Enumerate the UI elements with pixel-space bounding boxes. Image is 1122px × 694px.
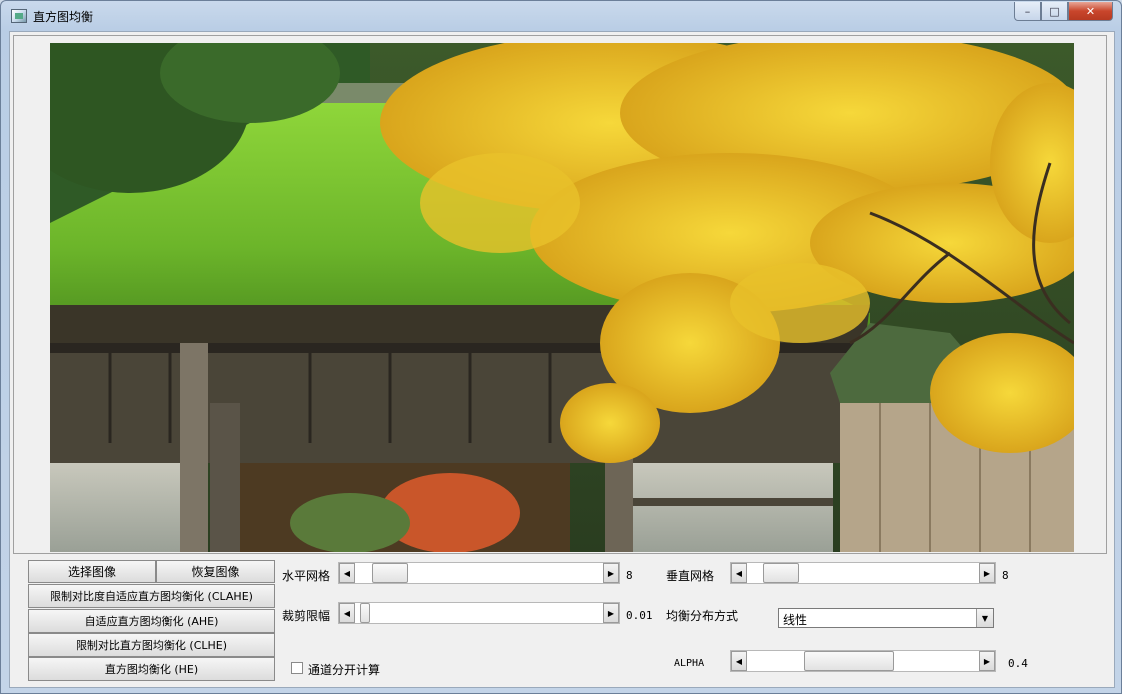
image-panel xyxy=(13,35,1107,554)
arrow-right-icon[interactable]: ▶ xyxy=(603,603,619,623)
clhe-button[interactable]: 限制对比直方图均衡化 (CLHE) xyxy=(28,633,275,657)
distribution-select[interactable]: 线性 ▼ xyxy=(778,608,994,628)
distribution-selected: 线性 xyxy=(783,613,808,627)
clip-limit-label: 裁剪限幅 xyxy=(282,609,331,623)
vertical-grid-thumb[interactable] xyxy=(762,563,799,583)
horizontal-grid-label: 水平网格 xyxy=(282,569,331,583)
distribution-label: 均衡分布方式 xyxy=(666,609,739,623)
arrow-left-icon[interactable]: ◀ xyxy=(339,603,355,623)
vertical-grid-slider[interactable]: ◀ ▶ xyxy=(730,562,996,584)
clip-limit-thumb[interactable] xyxy=(359,603,370,623)
clahe-button[interactable]: 限制对比度自适应直方图均衡化 (CLAHE) xyxy=(28,584,275,608)
client-area: 选择图像 恢复图像 限制对比度自适应直方图均衡化 (CLAHE) 自适应直方图均… xyxy=(9,31,1115,688)
minimize-button[interactable]: – xyxy=(1014,2,1041,21)
select-image-button[interactable]: 选择图像 xyxy=(28,560,156,583)
dropdown-icon[interactable]: ▼ xyxy=(976,609,993,627)
restore-image-button[interactable]: 恢复图像 xyxy=(156,560,275,583)
alpha-thumb[interactable] xyxy=(803,651,894,671)
he-button[interactable]: 直方图均衡化 (HE) xyxy=(28,657,275,681)
separate-channels-checkbox[interactable] xyxy=(291,662,303,674)
title-bar[interactable]: 直方图均衡 – □ ✕ xyxy=(1,1,1121,31)
maximize-button[interactable]: □ xyxy=(1041,2,1068,21)
vertical-grid-value: 8 xyxy=(1002,569,1009,582)
window-title: 直方图均衡 xyxy=(33,10,94,24)
app-icon xyxy=(11,9,27,23)
image-display xyxy=(50,43,1074,552)
arrow-left-icon[interactable]: ◀ xyxy=(339,563,355,583)
alpha-value: 0.4 xyxy=(1008,657,1028,670)
alpha-slider[interactable]: ◀ ▶ xyxy=(730,650,996,672)
alpha-label: ALPHA xyxy=(674,658,705,669)
separate-channels-label: 通道分开计算 xyxy=(308,663,381,677)
close-button[interactable]: ✕ xyxy=(1068,2,1113,21)
clip-limit-value: 0.01 xyxy=(626,609,653,622)
arrow-left-icon[interactable]: ◀ xyxy=(731,651,747,671)
arrow-right-icon[interactable]: ▶ xyxy=(979,651,995,671)
ahe-button[interactable]: 自适应直方图均衡化 (AHE) xyxy=(28,609,275,633)
horizontal-grid-thumb[interactable] xyxy=(371,563,408,583)
main-window: 直方图均衡 – □ ✕ 选择图像 恢复图像 限制对比度自适应直方图均衡化 (CL… xyxy=(0,0,1122,694)
arrow-right-icon[interactable]: ▶ xyxy=(603,563,619,583)
horizontal-grid-slider[interactable]: ◀ ▶ xyxy=(338,562,620,584)
clip-limit-slider[interactable]: ◀ ▶ xyxy=(338,602,620,624)
vertical-grid-label: 垂直网格 xyxy=(666,569,715,583)
horizontal-grid-value: 8 xyxy=(626,569,633,582)
arrow-right-icon[interactable]: ▶ xyxy=(979,563,995,583)
arrow-left-icon[interactable]: ◀ xyxy=(731,563,747,583)
